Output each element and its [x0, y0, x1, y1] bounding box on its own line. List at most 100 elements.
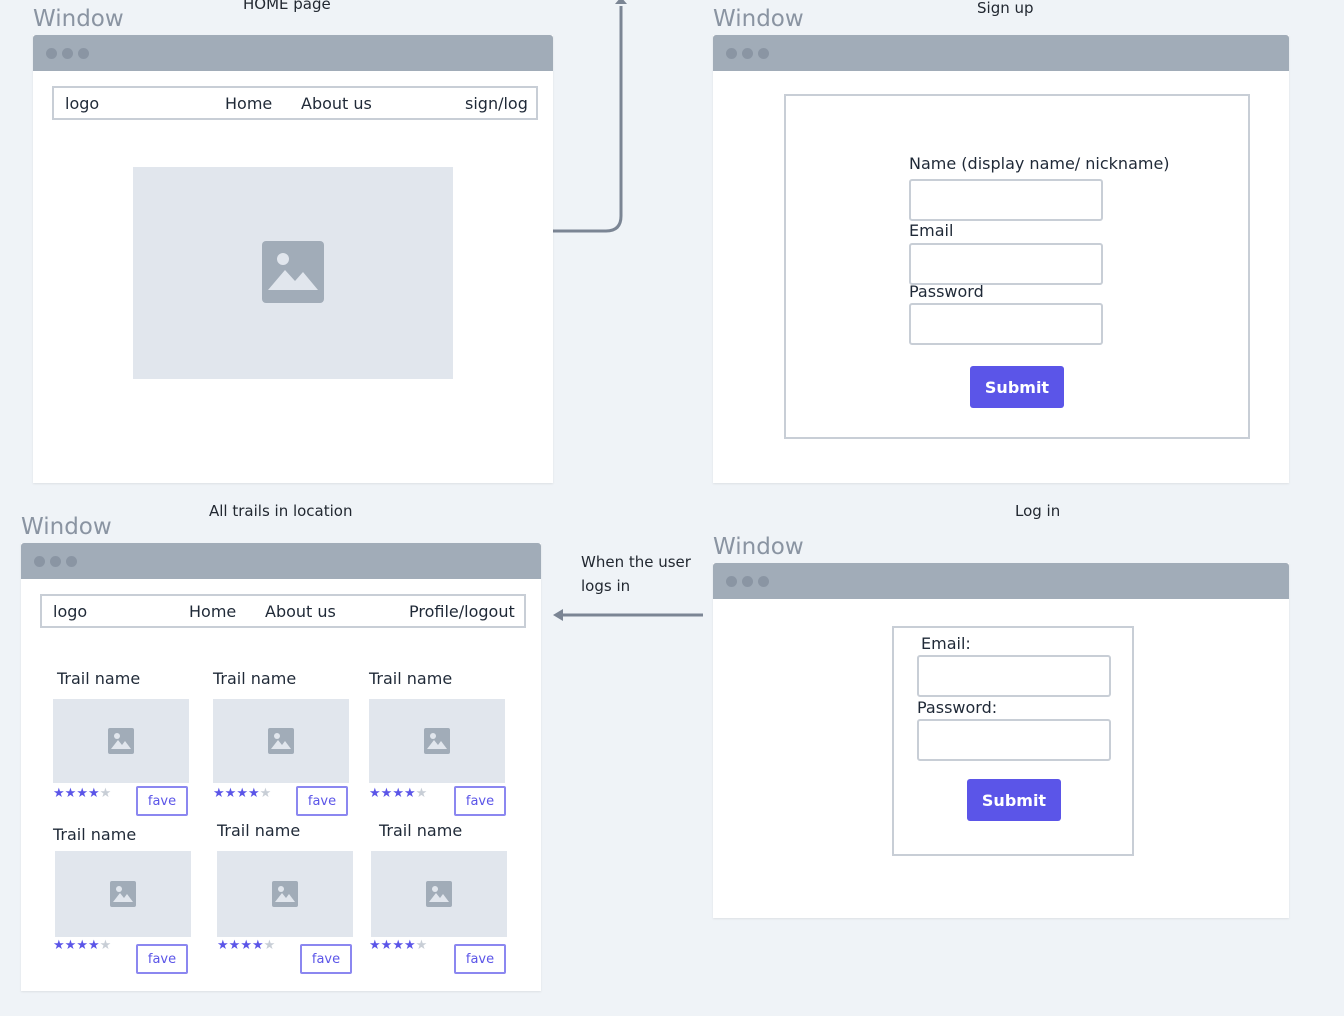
trail-name: Trail name [213, 669, 297, 688]
star-filled-icon[interactable]: ★ [392, 786, 404, 801]
fave-button[interactable]: fave [300, 944, 352, 974]
window-dot-icon[interactable] [758, 48, 769, 59]
star-filled-icon[interactable]: ★ [88, 938, 100, 953]
trail-name: Trail name [57, 669, 141, 688]
nav-logo[interactable]: logo [65, 94, 99, 113]
star-empty-icon[interactable]: ★ [416, 938, 428, 953]
star-filled-icon[interactable]: ★ [381, 938, 393, 953]
image-icon [272, 881, 298, 911]
star-empty-icon[interactable]: ★ [100, 938, 112, 953]
trail-image-placeholder[interactable] [369, 699, 505, 783]
connector-home-to-signup-arrowhead [615, 0, 627, 4]
signup-name-input[interactable] [909, 179, 1103, 221]
image-icon [268, 728, 294, 758]
star-rating[interactable]: ★★★★★ [53, 939, 111, 952]
login-email-label: Email: [921, 634, 971, 653]
star-filled-icon[interactable]: ★ [381, 786, 393, 801]
star-rating[interactable]: ★★★★★ [217, 939, 275, 952]
star-filled-icon[interactable]: ★ [53, 938, 65, 953]
trail-image-placeholder[interactable] [217, 851, 353, 937]
signup-password-label: Password [909, 282, 984, 301]
fave-button[interactable]: fave [454, 944, 506, 974]
nav-profile-logout-link[interactable]: Profile/logout [409, 602, 515, 621]
window-login: Email: Password: Submit [713, 563, 1289, 918]
window-dot-icon[interactable] [50, 556, 61, 567]
image-icon [108, 728, 134, 758]
trail-name: Trail name [379, 821, 463, 840]
image-icon [110, 881, 136, 911]
star-filled-icon[interactable]: ★ [76, 938, 88, 953]
window-signup: Name (display name/ nickname) Email Pass… [713, 35, 1289, 483]
star-empty-icon[interactable]: ★ [100, 786, 112, 801]
fave-button[interactable]: fave [296, 786, 348, 816]
trail-image-placeholder[interactable] [53, 699, 189, 783]
window-dot-icon[interactable] [726, 576, 737, 587]
trail-image-placeholder[interactable] [213, 699, 349, 783]
star-filled-icon[interactable]: ★ [369, 786, 381, 801]
trail-image-placeholder[interactable] [55, 851, 191, 937]
star-empty-icon[interactable]: ★ [416, 786, 428, 801]
star-rating[interactable]: ★★★★★ [369, 939, 427, 952]
login-email-input[interactable] [917, 655, 1111, 697]
nav-home-link[interactable]: Home [225, 94, 272, 113]
fave-button[interactable]: fave [136, 786, 188, 816]
signup-submit-button[interactable]: Submit [970, 366, 1064, 408]
star-filled-icon[interactable]: ★ [225, 786, 237, 801]
star-filled-icon[interactable]: ★ [53, 786, 65, 801]
window-dot-icon[interactable] [742, 48, 753, 59]
window-dot-icon[interactable] [34, 556, 45, 567]
titlebar-home [33, 35, 553, 71]
star-filled-icon[interactable]: ★ [65, 786, 77, 801]
window-dot-icon[interactable] [66, 556, 77, 567]
star-filled-icon[interactable]: ★ [76, 786, 88, 801]
login-submit-button[interactable]: Submit [967, 779, 1061, 821]
star-filled-icon[interactable]: ★ [229, 938, 241, 953]
trail-name: Trail name [217, 821, 301, 840]
nav-sign-log-link[interactable]: sign/log [465, 94, 528, 113]
star-filled-icon[interactable]: ★ [404, 786, 416, 801]
login-password-label: Password: [917, 698, 998, 717]
star-filled-icon[interactable]: ★ [240, 938, 252, 953]
star-empty-icon[interactable]: ★ [264, 938, 276, 953]
star-filled-icon[interactable]: ★ [213, 786, 225, 801]
star-filled-icon[interactable]: ★ [248, 786, 260, 801]
star-filled-icon[interactable]: ★ [65, 938, 77, 953]
window-dot-icon[interactable] [46, 48, 57, 59]
trails-navbar: logo Home About us Profile/logout [40, 594, 526, 628]
window-dot-icon[interactable] [62, 48, 73, 59]
star-filled-icon[interactable]: ★ [369, 938, 381, 953]
fave-button[interactable]: fave [136, 944, 188, 974]
star-filled-icon[interactable]: ★ [236, 786, 248, 801]
star-filled-icon[interactable]: ★ [88, 786, 100, 801]
signup-password-input[interactable] [909, 303, 1103, 345]
signup-name-label: Name (display name/ nickname) [909, 154, 1170, 173]
trail-name: Trail name [369, 669, 453, 688]
star-rating[interactable]: ★★★★★ [53, 787, 111, 800]
star-filled-icon[interactable]: ★ [217, 938, 229, 953]
window-dot-icon[interactable] [758, 576, 769, 587]
window-dot-icon[interactable] [726, 48, 737, 59]
star-filled-icon[interactable]: ★ [392, 938, 404, 953]
nav-about-link[interactable]: About us [301, 94, 372, 113]
star-filled-icon[interactable]: ★ [252, 938, 264, 953]
trail-name: Trail name [53, 825, 137, 844]
star-rating[interactable]: ★★★★★ [369, 787, 427, 800]
titlebar-trails [21, 543, 541, 579]
fave-button[interactable]: fave [454, 786, 506, 816]
window-dot-icon[interactable] [742, 576, 753, 587]
star-filled-icon[interactable]: ★ [404, 938, 416, 953]
nav-home-link[interactable]: Home [189, 602, 236, 621]
signup-email-label: Email [909, 221, 954, 240]
login-password-input[interactable] [917, 719, 1111, 761]
signup-email-input[interactable] [909, 243, 1103, 285]
nav-logo[interactable]: logo [53, 602, 87, 621]
star-empty-icon[interactable]: ★ [260, 786, 272, 801]
home-navbar: logo Home About us sign/log [52, 86, 538, 120]
login-form: Email: Password: Submit [892, 626, 1134, 856]
window-dot-icon[interactable] [78, 48, 89, 59]
window-label-trails: Window [21, 514, 112, 540]
signup-form: Name (display name/ nickname) Email Pass… [784, 94, 1250, 439]
trail-image-placeholder[interactable] [371, 851, 507, 937]
star-rating[interactable]: ★★★★★ [213, 787, 271, 800]
nav-about-link[interactable]: About us [265, 602, 336, 621]
